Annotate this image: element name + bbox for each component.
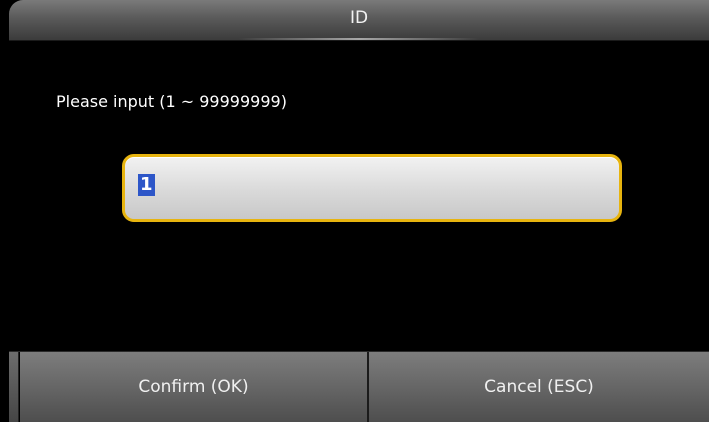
selected-input-text[interactable]: 1	[138, 174, 155, 196]
title-bar: ID	[9, 0, 709, 41]
id-input-field[interactable]: 1	[122, 154, 622, 222]
title-highlight	[239, 38, 479, 40]
button-bar: Confirm (OK) Cancel (ESC)	[9, 351, 709, 422]
input-prompt: Please input (1 ~ 99999999)	[56, 92, 287, 111]
button-bar-edge	[9, 352, 19, 422]
confirm-button[interactable]: Confirm (OK)	[20, 352, 367, 422]
cancel-button[interactable]: Cancel (ESC)	[369, 352, 709, 422]
window-title: ID	[349, 8, 369, 28]
